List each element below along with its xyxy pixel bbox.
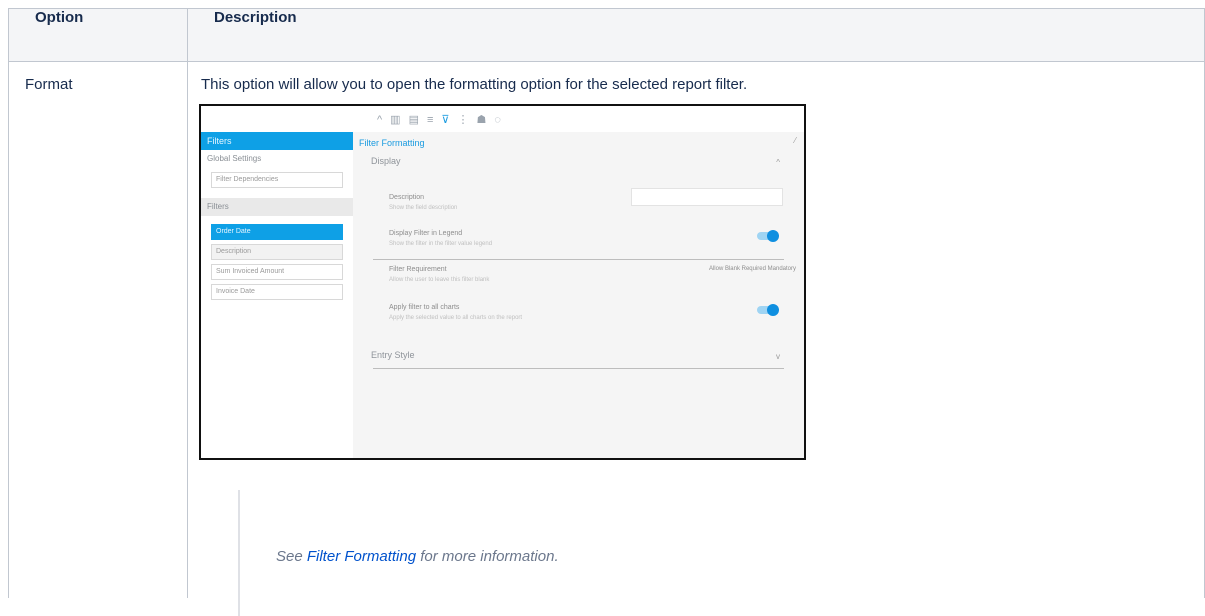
divider [373, 368, 784, 369]
column-header-option: Option [8, 8, 188, 62]
description-input [631, 188, 783, 206]
table-header-row: Option Description [8, 8, 1205, 62]
apply-all-sub: Apply the selected value to all charts o… [389, 315, 523, 321]
formatting-panel: Filter Formatting ⁄ Display ^ Descriptio… [353, 132, 804, 458]
requirement-options: Allow Blank Required Mandatory [708, 266, 796, 272]
legend-label: Display Filter in Legend [389, 230, 463, 237]
global-settings-row: Global Settings [207, 154, 262, 163]
toolbar-icons: ^▥▤≡⊽⋮☗◌ [377, 113, 509, 126]
note-suffix: for more information. [416, 548, 559, 565]
menu-icon: ≡ [426, 114, 442, 126]
code-icon: ◌ [494, 114, 509, 126]
filter-item: Description [211, 244, 343, 260]
pin-icon: ⁄ [794, 136, 796, 145]
divider [373, 259, 784, 260]
filter-formatting-screenshot: ^▥▤≡⊽⋮☗◌ Filters Global Settings Filter … [199, 104, 806, 460]
entry-style-section-title: Entry Style [371, 350, 415, 360]
filters-section-row: Filters [201, 198, 353, 216]
filter-formatting-link[interactable]: Filter Formatting [307, 548, 416, 565]
note-text: See Filter Formatting for more informati… [276, 548, 559, 565]
filter-icon: ⊽ [441, 114, 458, 126]
table-row: Format This option will allow you to ope… [8, 61, 1205, 616]
filter-panel-header: Filters [201, 132, 353, 150]
layout-icon: ▤ [408, 114, 427, 126]
display-section-title: Display [371, 156, 401, 166]
users-icon: ☗ [476, 114, 495, 126]
chevron-up-icon: ^ [377, 114, 391, 126]
formatting-panel-title: Filter Formatting [359, 138, 425, 148]
options-table: Option Description Format This option wi… [8, 8, 1205, 616]
filter-dependencies-item: Filter Dependencies [211, 172, 343, 188]
grid-icon: ▥ [390, 114, 409, 126]
more-icon: ⋮ [457, 114, 477, 126]
description-sub: Show the field description [389, 205, 458, 211]
column-header-description: Description [187, 8, 1205, 62]
requirement-sub: Allow the user to leave this filter blan… [389, 277, 490, 283]
option-cell: Format [8, 61, 188, 598]
filter-item-selected: Order Date [211, 224, 343, 240]
description-text: This option will allow you to open the f… [201, 76, 748, 93]
requirement-label: Filter Requirement [389, 266, 447, 273]
description-cell: This option will allow you to open the f… [187, 61, 1205, 616]
screenshot-toolbar: ^▥▤≡⊽⋮☗◌ [201, 106, 804, 132]
info-note: See Filter Formatting for more informati… [238, 490, 559, 616]
filter-panel: Filters Global Settings Filter Dependenc… [201, 132, 353, 458]
chevron-up-icon: ^ [776, 158, 780, 167]
chevron-down-icon: v [776, 352, 780, 361]
legend-sub: Show the filter in the filter value lege… [389, 241, 493, 247]
filter-item: Invoice Date [211, 284, 343, 300]
description-label: Description [389, 194, 425, 201]
filter-item: Sum Invoiced Amount [211, 264, 343, 280]
apply-all-label: Apply filter to all charts [389, 304, 460, 311]
legend-toggle [757, 230, 779, 242]
note-prefix: See [276, 548, 307, 565]
apply-all-toggle [757, 304, 779, 316]
